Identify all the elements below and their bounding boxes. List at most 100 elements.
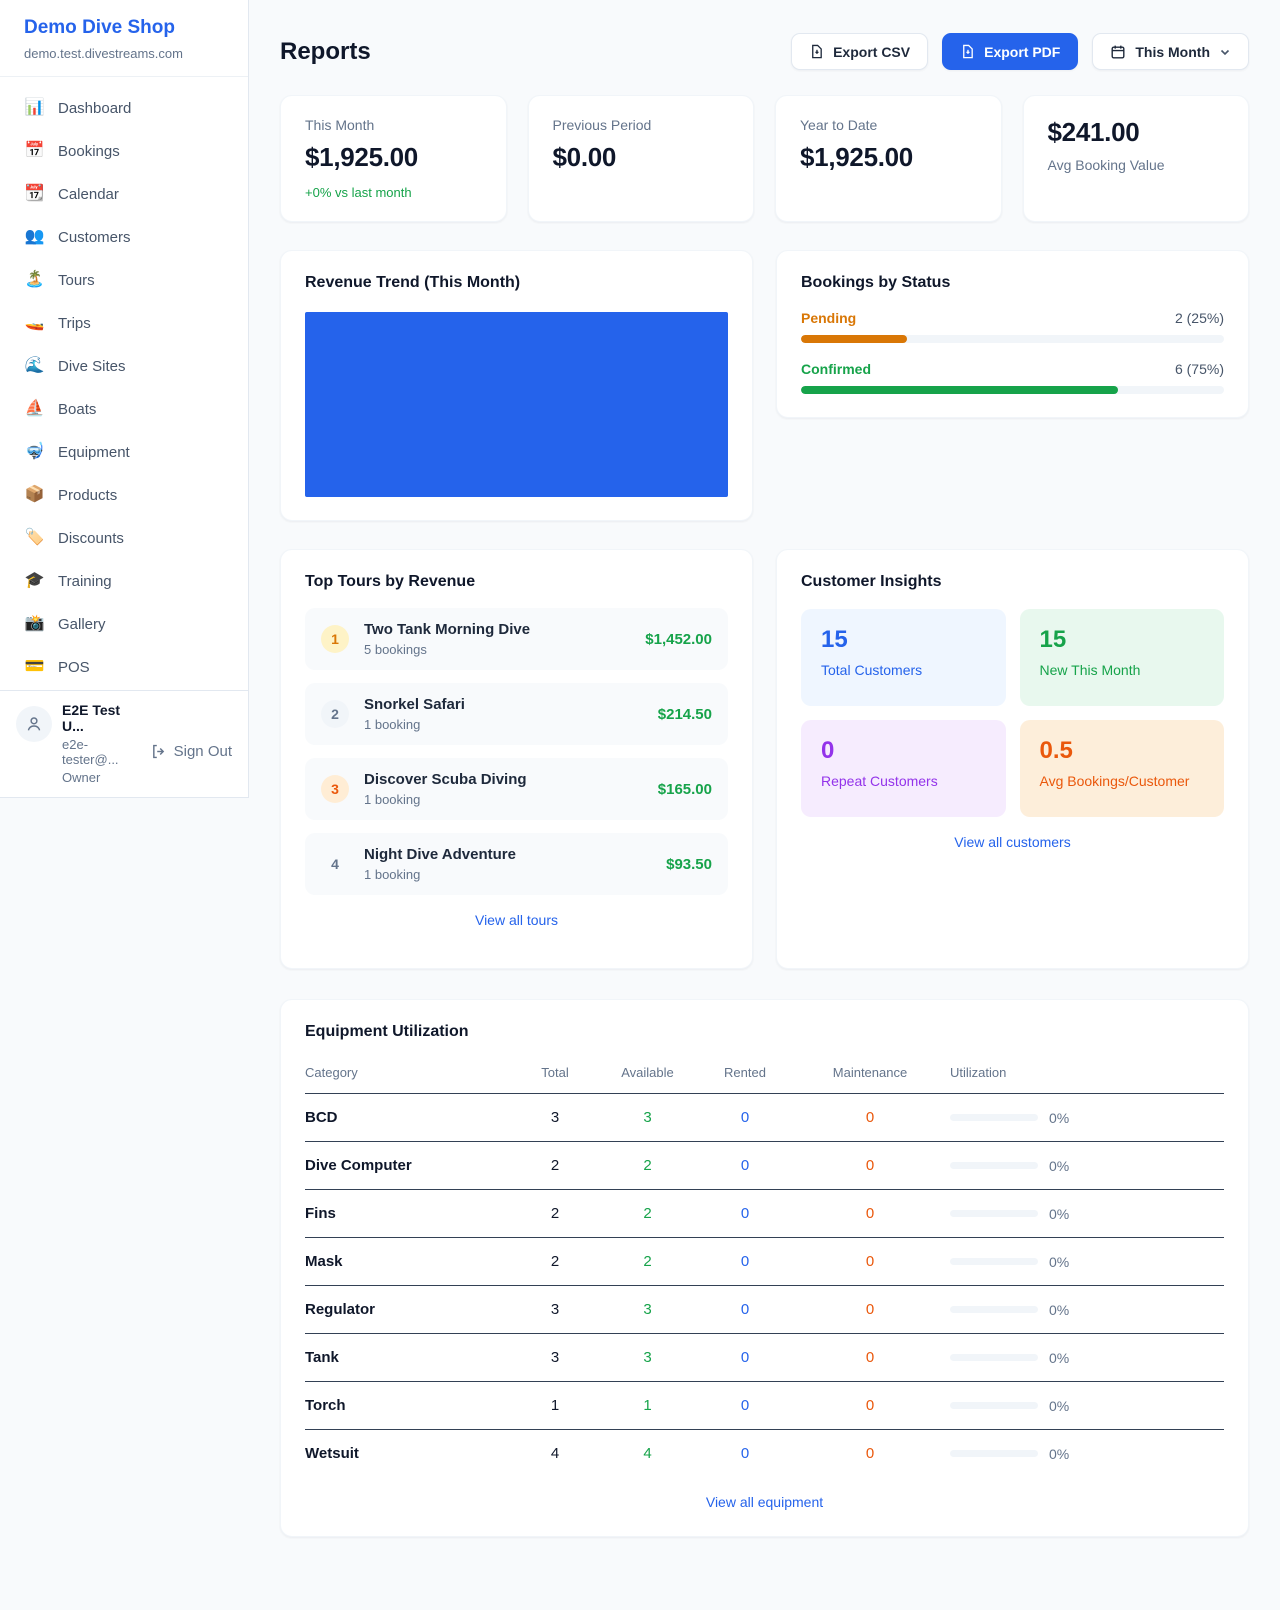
cell-category: Tank (305, 1334, 515, 1382)
tour-revenue: $165.00 (658, 781, 712, 798)
calendar-icon: 📆 (24, 186, 45, 202)
stat-value: $241.00 (1048, 117, 1225, 148)
tour-revenue: $1,452.00 (645, 631, 712, 648)
trips-icon: 🚤 (24, 315, 45, 331)
bookings-by-status-title: Bookings by Status (801, 274, 1224, 292)
insight-value: 0 (821, 737, 986, 765)
period-label: This Month (1135, 44, 1210, 60)
status-bar-track (801, 386, 1224, 394)
sidebar-item-trips[interactable]: 🚤 Trips (10, 305, 238, 341)
cell-category: Torch (305, 1382, 515, 1430)
tour-row[interactable]: 1 Two Tank Morning Dive 5 bookings $1,45… (305, 608, 728, 670)
cell-maintenance: 0 (866, 1109, 874, 1126)
sidebar-item-tours[interactable]: 🏝️ Tours (10, 262, 238, 298)
user-icon (25, 715, 43, 733)
user-email: e2e-tester@... (62, 737, 140, 767)
stat-label: Year to Date (800, 117, 977, 133)
sidebar-item-label: Gallery (58, 616, 106, 633)
header-actions: Export CSV Export PDF This Month (791, 33, 1249, 70)
sidebar-item-pos[interactable]: 💳 POS (10, 649, 238, 685)
status-value: 6 (75%) (1175, 361, 1224, 377)
sidebar-item-label: Discounts (58, 530, 124, 547)
sidebar-item-customers[interactable]: 👥 Customers (10, 219, 238, 255)
sidebar-item-calendar[interactable]: 📆 Calendar (10, 176, 238, 212)
cell-rented: 0 (741, 1445, 749, 1462)
utilization-percent: 0% (1049, 1350, 1069, 1366)
sidebar-item-gallery[interactable]: 📸 Gallery (10, 606, 238, 642)
export-csv-button[interactable]: Export CSV (791, 33, 928, 70)
stat-label: Avg Booking Value (1048, 157, 1225, 173)
main-content: Reports Export CSV Export PDF This Month (249, 0, 1280, 1537)
cell-category: BCD (305, 1094, 515, 1142)
utilization-percent: 0% (1049, 1206, 1069, 1222)
utilization-percent: 0% (1049, 1158, 1069, 1174)
chevron-down-icon (1219, 46, 1231, 58)
stat-card-avg-booking-value: $241.00 Avg Booking Value (1023, 95, 1250, 222)
sidebar-item-bookings[interactable]: 📅 Bookings (10, 133, 238, 169)
pos-icon: 💳 (24, 659, 45, 675)
sidebar-item-boats[interactable]: ⛵ Boats (10, 391, 238, 427)
cell-rented: 0 (741, 1349, 749, 1366)
revenue-trend-chart (305, 312, 728, 497)
tour-info: Two Tank Morning Dive 5 bookings (364, 621, 530, 657)
sidebar-item-label: Bookings (58, 143, 120, 160)
shop-domain: demo.test.divestreams.com (24, 46, 224, 61)
page-header: Reports Export CSV Export PDF This Month (280, 33, 1249, 70)
sign-out-button[interactable]: Sign Out (150, 717, 232, 785)
sidebar-item-products[interactable]: 📦 Products (10, 477, 238, 513)
cell-rented: 0 (741, 1397, 749, 1414)
utilization-bar-track (950, 1402, 1038, 1409)
col-header-maintenance: Maintenance (790, 1055, 950, 1094)
stat-card-this-month: This Month $1,925.00 +0% vs last month (280, 95, 507, 222)
export-pdf-button[interactable]: Export PDF (942, 33, 1078, 70)
cell-category: Dive Computer (305, 1142, 515, 1190)
bookings-icon: 📅 (24, 143, 45, 159)
sidebar-item-discounts[interactable]: 🏷️ Discounts (10, 520, 238, 556)
stat-card-previous-period: Previous Period $0.00 (528, 95, 755, 222)
utilization-percent: 0% (1049, 1110, 1069, 1126)
stat-label: Previous Period (553, 117, 730, 133)
cell-total: 3 (551, 1109, 559, 1126)
sidebar-item-label: Dive Sites (58, 358, 126, 375)
dive-sites-icon: 🌊 (24, 358, 45, 374)
utilization-bar-track (950, 1306, 1038, 1313)
bookings-by-status-card: Bookings by Status Pending 2 (25%) Confi… (776, 250, 1249, 418)
table-row: BCD 3 3 0 0 0% (305, 1094, 1224, 1142)
sidebar-header: Demo Dive Shop demo.test.divestreams.com (0, 0, 248, 77)
sidebar-item-label: Products (58, 487, 117, 504)
sidebar-item-dashboard[interactable]: 📊 Dashboard (10, 90, 238, 126)
tour-revenue: $214.50 (658, 706, 712, 723)
view-all-tours-link[interactable]: View all tours (305, 912, 728, 928)
tour-bookings: 1 booking (364, 867, 516, 882)
sidebar-item-label: Training (58, 573, 112, 590)
tour-info: Snorkel Safari 1 booking (364, 696, 465, 732)
sidebar-item-dive-sites[interactable]: 🌊 Dive Sites (10, 348, 238, 384)
cell-rented: 0 (741, 1205, 749, 1222)
sidebar-item-training[interactable]: 🎓 Training (10, 563, 238, 599)
rank-badge: 3 (321, 775, 349, 803)
table-row: Fins 2 2 0 0 0% (305, 1190, 1224, 1238)
cell-available: 3 (643, 1349, 651, 1366)
tour-row[interactable]: 2 Snorkel Safari 1 booking $214.50 (305, 683, 728, 745)
page-title: Reports (280, 38, 371, 66)
table-row: Wetsuit 4 4 0 0 0% (305, 1430, 1224, 1478)
sidebar-item-equipment[interactable]: 🤿 Equipment (10, 434, 238, 470)
tour-row[interactable]: 4 Night Dive Adventure 1 booking $93.50 (305, 833, 728, 895)
tour-rows: 1 Two Tank Morning Dive 5 bookings $1,45… (305, 608, 728, 895)
equipment-icon: 🤿 (24, 444, 45, 460)
rank-badge: 1 (321, 625, 349, 653)
table-row: Dive Computer 2 2 0 0 0% (305, 1142, 1224, 1190)
col-header-rented: Rented (700, 1055, 790, 1094)
view-all-customers-link[interactable]: View all customers (801, 834, 1224, 850)
cell-available: 2 (643, 1253, 651, 1270)
cell-rented: 0 (741, 1301, 749, 1318)
table-row: Regulator 3 3 0 0 0% (305, 1286, 1224, 1334)
period-dropdown[interactable]: This Month (1092, 33, 1249, 70)
cell-category: Wetsuit (305, 1430, 515, 1478)
shop-name: Demo Dive Shop (24, 17, 224, 39)
cell-maintenance: 0 (866, 1157, 874, 1174)
insight-value: 15 (821, 626, 986, 654)
rank-badge: 4 (321, 850, 349, 878)
view-all-equipment-link[interactable]: View all equipment (305, 1494, 1224, 1510)
tour-row[interactable]: 3 Discover Scuba Diving 1 booking $165.0… (305, 758, 728, 820)
